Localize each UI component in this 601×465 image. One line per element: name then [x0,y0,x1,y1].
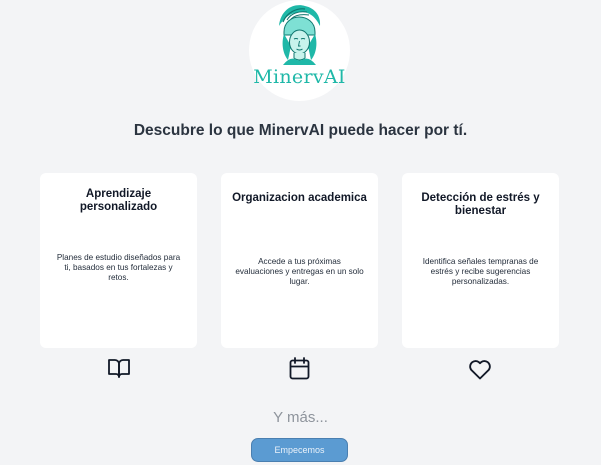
calendar-icon [289,357,310,380]
card-title: Aprendizaje personalizado [79,188,158,213]
card-description: Planes de estudio diseñados para ti, bas… [56,253,181,282]
feature-card-organizacion: Organizacion academica Accede a tus próx… [221,173,378,348]
feature-card-bienestar: Detección de estrés y bienestar Identifi… [402,173,559,348]
more-text: Y más... [273,409,328,426]
heart-icon [469,360,491,380]
logo: MinervAI [249,0,350,101]
logo-text: MinervAI [253,66,346,88]
card-title: Organizacion academica [232,192,367,204]
start-button[interactable]: Empecemos [251,438,348,462]
card-description: Identifica señales tempranas de estrés y… [422,257,539,286]
book-open-icon [108,359,130,378]
minerva-helmet-logo-icon [279,5,321,65]
page-headline: Descubre lo que MinervAI puede hacer por… [133,122,468,139]
card-title: Detección de estrés y bienestar [421,192,540,217]
card-description: Accede a tus próximas evaluaciones y ent… [235,257,364,286]
feature-card-aprendizaje: Aprendizaje personalizado Planes de estu… [40,173,197,348]
